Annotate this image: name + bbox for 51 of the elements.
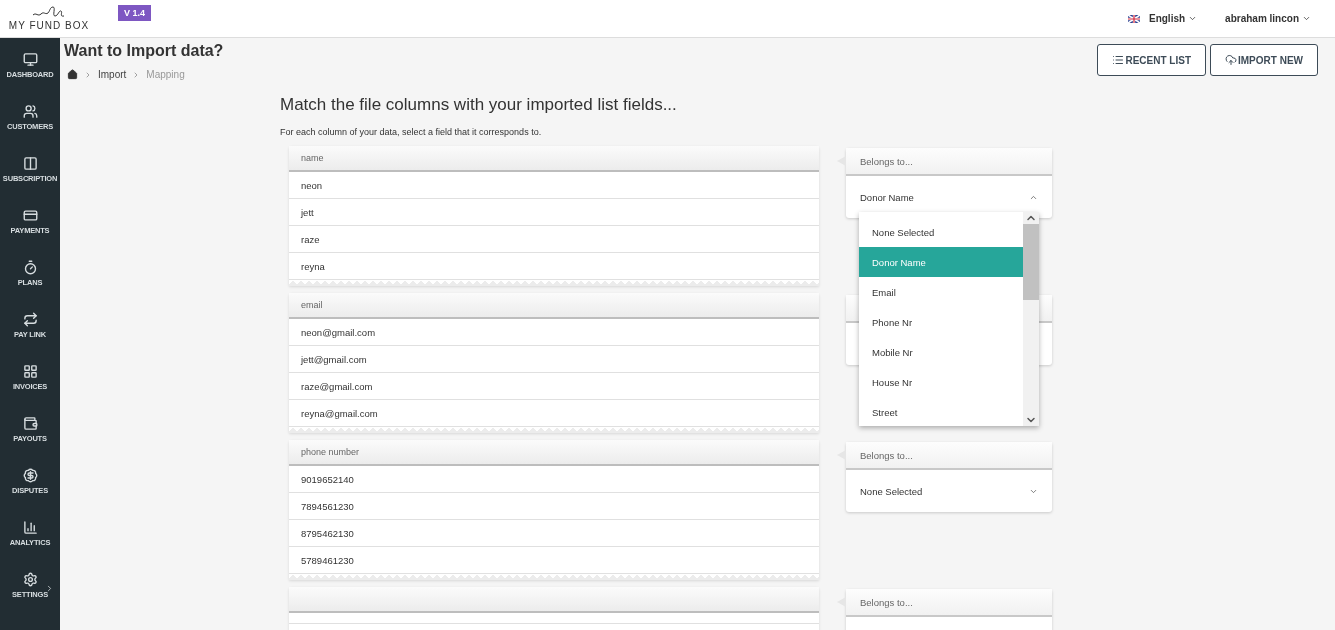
header-button[interactable]: IMPORT NEW [1210,44,1318,76]
section-title: Match the file columns with your imported list fields... [280,95,678,115]
grid-icon[interactable] [22,364,38,379]
language-label[interactable]: English [1148,13,1186,24]
table-cell: jett@gmail.com [301,353,367,365]
breadcrumb-link[interactable]: Import [98,69,127,80]
table-cell: neon@gmail.com [301,326,376,338]
brand-name: MY FUND BOX [8,20,90,31]
scrollbar-thumb[interactable] [1023,224,1039,300]
flag-icon [1127,14,1140,23]
table-cell: 7894561230 [301,500,354,512]
chevron-down-icon[interactable] [1188,14,1198,23]
table-cell: 9019652140 [301,473,354,485]
chevron-down-icon[interactable] [1302,14,1311,23]
table-cell: 8795462130 [301,527,354,539]
dropdown-option[interactable]: Street [859,397,1023,426]
chevron-right-icon[interactable] [45,584,54,593]
language-menu[interactable]: English [1127,13,1198,24]
column-header: email [301,300,323,310]
page-title: Want to Import data? [64,42,224,60]
header-button[interactable]: RECENT LIST [1097,44,1206,76]
wallet-icon[interactable] [22,416,38,431]
column-header: phone number [301,447,360,457]
table-cell: raze@gmail.com [301,380,373,392]
cloud-upload-icon [1225,54,1237,66]
select-value[interactable]: Donor Name [860,191,1029,203]
monitor-icon[interactable] [22,52,38,67]
card-icon[interactable] [22,208,38,223]
table-cell: neon [301,179,323,191]
home-icon[interactable] [67,69,78,80]
table-cell: 5789461230 [301,554,354,566]
select-value[interactable]: None Selected [860,485,1029,497]
repeat-icon[interactable] [22,312,38,327]
card-label: Belongs to... [860,155,913,167]
bar-chart-icon[interactable] [22,520,38,535]
breadcrumb-separator-icon [84,70,92,79]
signature-icon [32,6,66,20]
version-badge: V 1.4 [118,4,151,21]
table-cell: raze [301,233,320,245]
settings-icon[interactable] [22,572,38,587]
people-icon[interactable] [22,104,38,119]
list-icon [1112,54,1125,66]
card-label: Belongs to... [860,596,913,608]
card-label: Belongs to... [860,449,913,461]
table-cell: jett [301,206,314,218]
section-description: For each column of your data, select a field that it corresponds to. [280,127,543,137]
column-header: name [301,153,324,163]
table-cell: reyna@gmail.com [301,407,378,419]
dollar-tag-icon[interactable] [22,468,38,483]
table-cell: reyna [301,260,325,272]
timer-icon[interactable] [22,260,38,275]
